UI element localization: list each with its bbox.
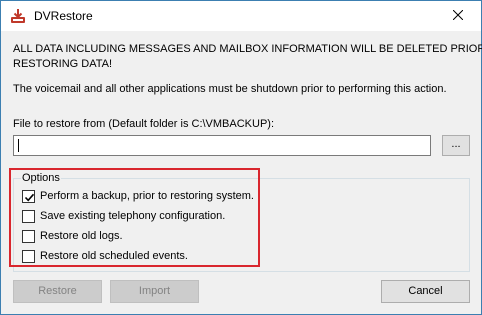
file-path-input[interactable] bbox=[13, 135, 431, 156]
close-icon bbox=[452, 9, 464, 23]
file-path-label: File to restore from (Default folder is … bbox=[13, 118, 275, 130]
warning-text-line1: ALL DATA INCLUDING MESSAGES AND MAILBOX … bbox=[13, 43, 482, 55]
import-button[interactable]: Import bbox=[110, 280, 199, 303]
dvrestore-window: DVRestore ALL DATA INCLUDING MESSAGES AN… bbox=[0, 0, 482, 315]
browse-button[interactable]: ... bbox=[442, 135, 470, 156]
options-highlight-box bbox=[9, 168, 260, 267]
window-title: DVRestore bbox=[34, 9, 93, 23]
cancel-button[interactable]: Cancel bbox=[381, 280, 470, 303]
restore-button[interactable]: Restore bbox=[13, 280, 102, 303]
dialog-body: ALL DATA INCLUDING MESSAGES AND MAILBOX … bbox=[1, 31, 482, 314]
text-caret bbox=[18, 139, 19, 152]
title-bar[interactable]: DVRestore bbox=[1, 1, 481, 31]
shutdown-note: The voicemail and all other applications… bbox=[13, 83, 447, 95]
warning-text-line2: RESTORING DATA! bbox=[13, 58, 113, 70]
app-download-icon bbox=[10, 8, 26, 24]
close-button[interactable] bbox=[435, 1, 481, 31]
